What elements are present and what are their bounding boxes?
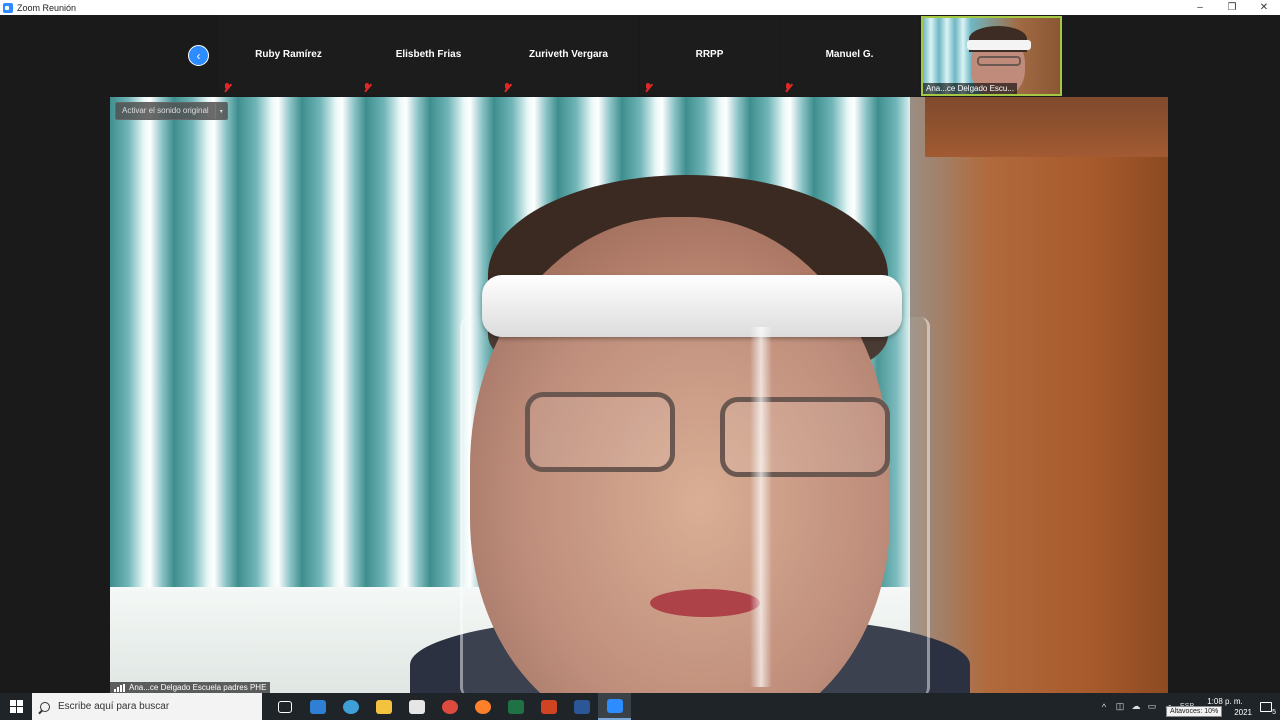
taskbar-app-store[interactable] (400, 693, 433, 720)
search-placeholder: Escribe aquí para buscar (58, 701, 170, 712)
zoom-icon (606, 698, 623, 713)
task-view-icon (277, 700, 292, 713)
main-participant-name-tag: Ana...ce Delgado Escuela padres PHE (110, 682, 271, 693)
participant-name: RRPP (695, 49, 724, 60)
search-icon (40, 701, 50, 712)
taskbar-search[interactable]: Escribe aquí para buscar (32, 693, 262, 720)
thumbnail-glasses (977, 56, 1021, 66)
original-sound-label: Activar el sonido original (122, 106, 209, 115)
participant-name: Manuel G. (825, 49, 874, 60)
muted-mic-icon (644, 83, 652, 93)
participant-tile[interactable]: Manuel G. (780, 15, 919, 95)
participant-tile[interactable]: Zuriveth Vergara (499, 15, 638, 95)
notification-count: 5 (1272, 709, 1276, 716)
cabinet-top (925, 97, 1168, 157)
participant-name: Zuriveth Vergara (529, 49, 608, 60)
previous-page-button[interactable]: ‹ (188, 45, 209, 66)
participant-name: Elisbeth Frias (395, 49, 462, 60)
chevron-up-icon[interactable]: ^ (1096, 693, 1112, 720)
taskbar-app-excel[interactable] (499, 693, 532, 720)
network-icon[interactable]: ▭ (1144, 693, 1160, 720)
taskbar-app-word[interactable] (565, 693, 598, 720)
taskbar-app-task-view[interactable] (268, 693, 301, 720)
thumbnail-participant-name: Ana...ce Delgado Escu... (923, 83, 1018, 94)
chrome-icon (441, 699, 458, 714)
title-bar: Zoom Reunión – ❐ ✕ (0, 0, 1280, 15)
meet-now-icon[interactable]: ◫ (1112, 693, 1128, 720)
wooden-cabinet (910, 97, 1168, 693)
taskbar-app-mail[interactable] (301, 693, 334, 720)
onedrive-icon[interactable]: ☁ (1128, 693, 1144, 720)
taskbar-app-firefox[interactable] (466, 693, 499, 720)
window-title: Zoom Reunión (17, 2, 77, 13)
thumbnail-face-shield (967, 40, 1031, 50)
taskbar-app-powerpoint[interactable] (532, 693, 565, 720)
store-icon (408, 699, 425, 714)
chevron-down-icon[interactable]: ▾ (214, 103, 227, 119)
notification-icon (1260, 701, 1272, 712)
windows-taskbar: Escribe aquí para buscar ^ ◫ ☁ ▭ ◄ ESP 1… (0, 693, 1280, 720)
minimize-button[interactable]: – (1184, 0, 1216, 15)
close-button[interactable]: ✕ (1248, 0, 1280, 15)
participant-name: Ruby Ramírez (255, 49, 322, 60)
main-video-view[interactable]: Activar el sonido original ▾ Ana...ce De… (110, 97, 1168, 693)
signal-strength-icon (114, 683, 125, 692)
main-participant-name: Ana...ce Delgado Escuela padres PHE (129, 683, 267, 692)
zoom-meeting-window: ‹ Ruby Ramírez Elisbeth Frias Zuriveth V… (0, 15, 1280, 693)
word-icon (573, 699, 590, 714)
taskbar-app-file-explorer[interactable] (367, 693, 400, 720)
windows-logo-icon (9, 700, 23, 713)
face-shield (460, 317, 930, 693)
taskbar-app-edge[interactable] (334, 693, 367, 720)
muted-mic-icon (784, 83, 792, 93)
clock-time: 1:08 p. m. (1207, 696, 1243, 706)
mail-icon (309, 699, 326, 714)
taskbar-app-chrome[interactable] (433, 693, 466, 720)
file-explorer-icon (375, 699, 392, 714)
participant-tile[interactable]: RRPP (640, 15, 779, 95)
face-shield-reflection (750, 327, 772, 687)
taskbar-apps (268, 693, 631, 720)
excel-icon (507, 699, 524, 714)
firefox-icon (474, 699, 491, 714)
participant-tile[interactable]: Ruby Ramírez (219, 15, 358, 95)
zoom-app-icon (3, 2, 13, 13)
muted-mic-icon (503, 83, 511, 93)
edge-icon (342, 699, 359, 714)
volume-tooltip: Altavoces: 10% (1166, 706, 1223, 717)
face-shield-band (482, 275, 902, 337)
powerpoint-icon (540, 699, 557, 714)
muted-mic-icon (223, 83, 231, 93)
participant-tile[interactable]: Elisbeth Frias (359, 15, 498, 95)
original-sound-button[interactable]: Activar el sonido original ▾ (115, 102, 228, 120)
taskbar-app-zoom[interactable] (598, 693, 631, 720)
active-speaker-thumbnail[interactable]: Ana...ce Delgado Escu... (921, 16, 1062, 96)
restore-button[interactable]: ❐ (1216, 0, 1248, 15)
muted-mic-icon (363, 83, 371, 93)
action-center-button[interactable]: 5 (1252, 693, 1280, 720)
start-button[interactable] (0, 693, 32, 720)
participant-strip: ‹ Ruby Ramírez Elisbeth Frias Zuriveth V… (0, 15, 1280, 97)
